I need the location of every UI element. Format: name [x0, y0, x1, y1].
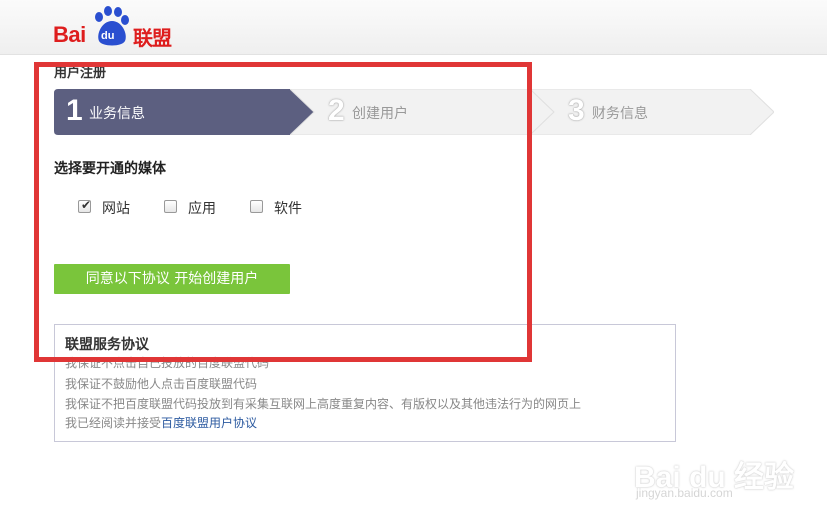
- logo-bai-text: Bai: [53, 22, 86, 47]
- step-number: 1: [66, 94, 83, 127]
- jingyan-watermark: Bai du 经验 jingyan.baidu.com: [634, 438, 824, 518]
- agree-and-create-button[interactable]: 同意以下协议 开始创建用户: [54, 264, 290, 294]
- agreement-line: 我保证不鼓励他人点击百度联盟代码: [65, 377, 258, 391]
- step-3-arrow-shape: [530, 89, 774, 135]
- step-label: 创建用户: [352, 106, 408, 122]
- step-label: 业务信息: [89, 106, 145, 122]
- user-agreement-link[interactable]: 百度联盟用户协议: [161, 416, 257, 430]
- media-section-title: 选择要开通的媒体: [54, 161, 166, 177]
- app-checkbox[interactable]: [164, 200, 177, 213]
- step-label: 财务信息: [592, 106, 648, 122]
- page-title: 用户注册: [54, 66, 107, 81]
- website-checkbox[interactable]: ✔: [78, 198, 92, 213]
- checkbox-label: 网站: [102, 201, 130, 217]
- step-finance-info: 3 财务信息: [530, 89, 774, 135]
- step-business-info: 1 业务信息: [54, 89, 314, 135]
- agreement-read-line: 我已经阅读并接受百度联盟用户协议: [65, 414, 257, 431]
- top-header-bar: Bai du 联盟: [0, 0, 827, 55]
- checkbox-label: 软件: [274, 201, 302, 217]
- agreement-title: 联盟服务协议: [65, 337, 149, 353]
- agreement-line: 我保证不把百度联盟代码投放到有采集互联网上高度重复内容、有版权以及其他违法行为的…: [65, 397, 582, 411]
- watermark-url: jingyan.baidu.com: [636, 486, 733, 500]
- step-number: 2: [328, 94, 345, 127]
- logo-du-text: du: [101, 30, 115, 42]
- checkbox-label: 应用: [188, 201, 216, 217]
- agreement-read-prefix: 我已经阅读并接受: [65, 416, 162, 430]
- step-create-user: 2 创建用户: [290, 89, 554, 135]
- step-number: 3: [568, 94, 585, 127]
- logo-lianmeng-text: 联盟: [133, 26, 172, 50]
- software-checkbox[interactable]: [250, 200, 263, 213]
- checkmark-icon: ✔: [81, 198, 92, 212]
- baidu-union-logo[interactable]: Bai du 联盟: [53, 6, 183, 50]
- agreement-line: 我保证不点击自己投放的百度联盟代码: [65, 356, 270, 370]
- agreement-box: 联盟服务协议 我保证不点击自己投放的百度联盟代码 我保证不鼓励他人点击百度联盟代…: [54, 324, 676, 442]
